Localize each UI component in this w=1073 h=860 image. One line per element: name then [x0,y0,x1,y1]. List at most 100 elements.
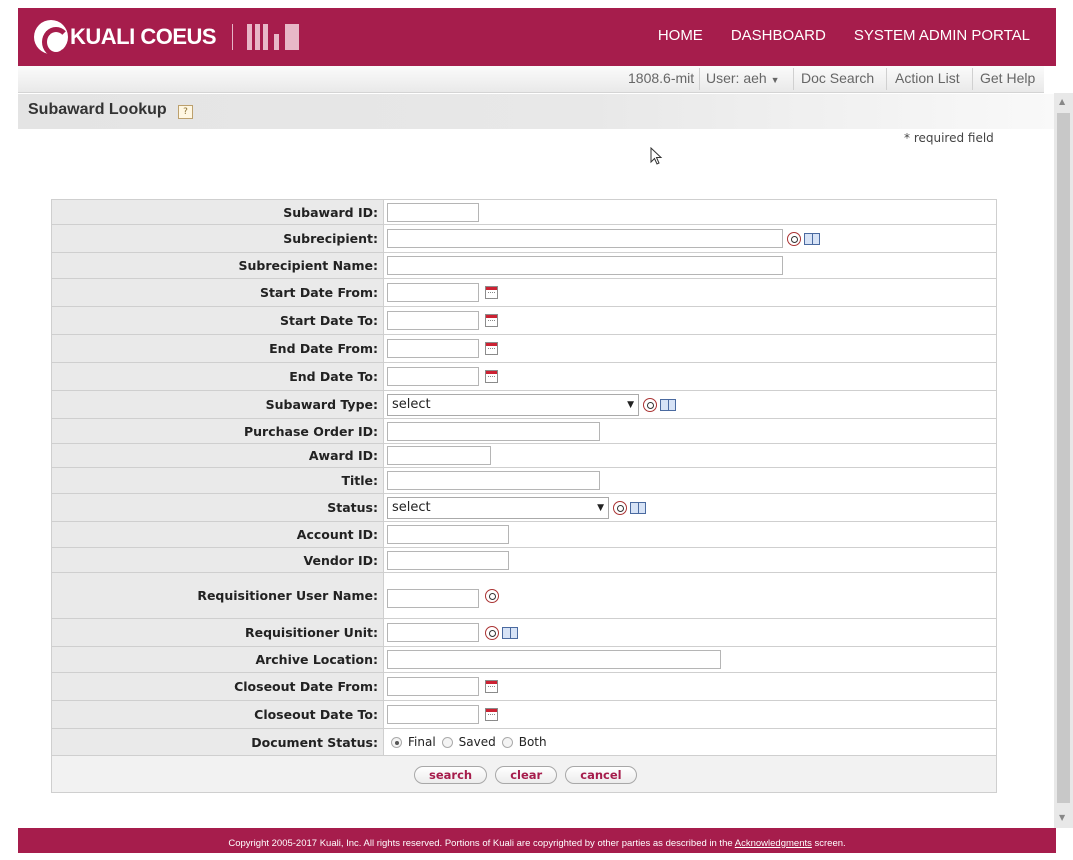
get-help-link[interactable]: Get Help [980,70,1035,86]
page-footer: Copyright 2005-2017 Kuali, Inc. All righ… [18,828,1056,853]
mit-logo-icon [247,24,300,50]
document-status-saved-radio[interactable] [441,736,453,748]
end-date-to-input[interactable] [387,367,479,386]
vertical-scrollbar[interactable]: ▲ ▼ [1054,93,1073,828]
acknowledgments-link[interactable]: Acknowledgments [735,838,812,849]
subaward-id-input[interactable] [387,202,479,222]
kuali-coeus-logo[interactable]: KUALI COEUS [34,20,300,57]
closeout-date-from-input[interactable] [387,677,479,696]
form-row: Purchase Order ID: [51,418,997,444]
calendar-icon[interactable] [485,286,498,299]
direct-inquiry-book-icon[interactable] [502,626,518,639]
calendar-icon[interactable] [485,680,498,693]
footer-copyright: Copyright 2005-2017 Kuali, Inc. All righ… [228,838,733,849]
lookup-magnifier-icon[interactable] [485,625,499,640]
document-status-radio-group: Final Saved Both [387,735,996,749]
closeout-date-to-input[interactable] [387,705,479,724]
account-id-label: Account ID: [51,521,384,548]
nav-home[interactable]: HOME [658,27,703,44]
subaward-id-label: Subaward ID: [51,199,384,225]
direct-inquiry-book-icon[interactable] [630,501,646,514]
version-label: 1808.6-mit [628,70,695,86]
document-status-final-radio[interactable] [391,736,402,748]
lookup-magnifier-icon[interactable] [485,588,499,603]
logo-divider [232,24,234,50]
user-menu[interactable]: User: aeh ▼ [706,70,780,86]
form-row: Start Date To: [51,306,997,335]
archive-location-input[interactable] [387,650,721,669]
end-date-from-input[interactable] [387,339,479,358]
scroll-down-icon[interactable]: ▼ [1059,813,1065,822]
footer-suffix: screen. [814,838,846,849]
calendar-icon[interactable] [485,708,498,721]
closeout-date-from-label: Closeout Date From: [51,672,384,701]
clear-button[interactable]: clear [495,766,558,784]
start-date-from-input[interactable] [387,283,479,302]
divider [886,68,887,90]
divider [793,68,794,90]
divider [972,68,973,90]
cancel-button[interactable]: cancel [565,766,637,784]
form-row: Subrecipient Name: [51,252,997,279]
calendar-icon[interactable] [485,342,498,355]
form-row: End Date From: [51,334,997,363]
lookup-magnifier-icon[interactable] [787,231,801,246]
direct-inquiry-book-icon[interactable] [804,232,820,245]
lookup-magnifier-icon[interactable] [643,397,657,412]
subaward-type-select[interactable]: select ▼ [387,393,639,416]
action-list-link[interactable]: Action List [895,70,960,86]
document-status-both-label: Both [518,735,547,749]
start-date-to-label: Start Date To: [51,306,384,335]
vendor-id-input[interactable] [387,550,509,570]
calendar-icon[interactable] [485,314,498,327]
search-button[interactable]: search [414,766,488,784]
logo-text: KUALI COEUS [70,24,217,49]
subrecipient-input[interactable] [387,229,783,248]
nav-system-admin-portal[interactable]: SYSTEM ADMIN PORTAL [854,27,1030,44]
form-row: Subaward ID: [51,199,997,225]
form-row: Closeout Date From: [51,672,997,701]
requisitioner-unit-label: Requisitioner Unit: [51,618,384,647]
document-status-saved-label: Saved [458,735,496,749]
dropdown-arrow-icon: ▼ [627,399,634,410]
scroll-up-icon[interactable]: ▲ [1059,97,1065,106]
direct-inquiry-book-icon[interactable] [660,398,676,411]
form-row: Status: select ▼ [51,493,997,522]
purchase-order-id-label: Purchase Order ID: [51,418,384,444]
form-row: Start Date From: [51,278,997,307]
scroll-thumb[interactable] [1057,113,1070,803]
start-date-to-input[interactable] [387,311,479,330]
status-select[interactable]: select ▼ [387,496,609,519]
title-input[interactable] [387,471,600,490]
requisitioner-user-name-label: Requisitioner User Name: [51,572,384,619]
archive-location-label: Archive Location: [51,646,384,673]
form-row: Account ID: [51,521,997,548]
closeout-date-to-label: Closeout Date To: [51,700,384,729]
nav-dashboard[interactable]: DASHBOARD [731,27,826,44]
page-title-bar: Subaward Lookup ? [18,94,1054,129]
purchase-order-id-input[interactable] [387,421,600,441]
dropdown-arrow-icon: ▼ [597,502,604,513]
document-status-both-radio[interactable] [501,736,513,748]
doc-search-link[interactable]: Doc Search [801,70,874,86]
form-row: End Date To: [51,362,997,391]
help-icon[interactable]: ? [178,105,193,119]
account-id-input[interactable] [387,525,509,544]
calendar-icon[interactable] [485,370,498,383]
vendor-id-label: Vendor ID: [51,547,384,573]
form-row: Closeout Date To: [51,700,997,729]
subaward-type-value: select [392,397,431,412]
lookup-magnifier-icon[interactable] [613,500,627,515]
requisitioner-unit-input[interactable] [387,623,479,642]
requisitioner-user-name-input[interactable] [387,588,479,608]
document-status-label: Document Status: [51,728,384,756]
divider [699,68,700,90]
end-date-to-label: End Date To: [51,362,384,391]
award-id-input[interactable] [387,446,491,465]
subrecipient-name-input[interactable] [387,256,783,275]
subaward-lookup-form: Subaward ID: Subrecipient: Subrecipient … [51,199,997,793]
form-actions-row: search clear cancel [51,755,997,793]
page-title: Subaward Lookup [28,101,167,118]
form-row: Requisitioner User Name: [51,572,997,619]
subaward-type-label: Subaward Type: [51,390,384,419]
